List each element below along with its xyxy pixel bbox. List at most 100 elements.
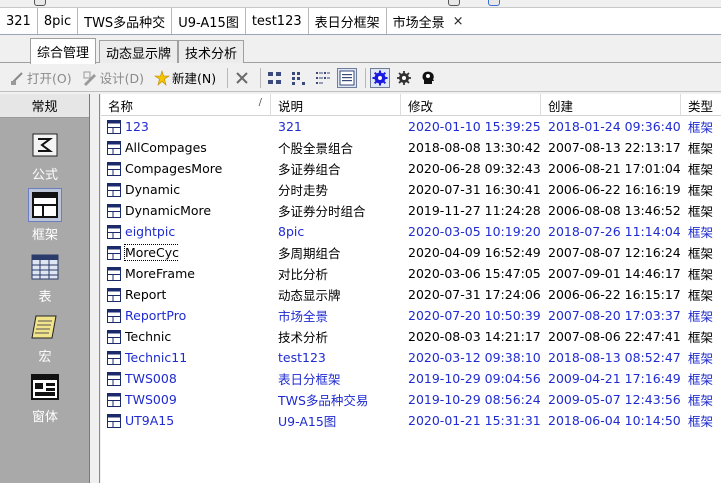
cell-modified: 2020-03-06 15:47:05 xyxy=(408,266,541,281)
large-icons-icon xyxy=(268,71,282,84)
cell-created: 2009-05-07 12:43:56 xyxy=(548,392,681,407)
frame-icon-box xyxy=(28,188,62,222)
frame-file-icon xyxy=(107,203,121,218)
table-row[interactable]: ReportPro 市场全景 2020-07-20 10:50:39 2007-08-… xyxy=(101,305,721,326)
cell-modified: 2020-03-12 09:38:10 xyxy=(408,350,541,365)
list-view-button[interactable] xyxy=(313,68,333,88)
doc-tab-label: U9-A15图 xyxy=(178,15,239,31)
cell-type: 框架 xyxy=(688,267,714,282)
table-row[interactable]: MoreCyc 多周期组合 2020-04-09 16:52:49 2007-08-0… xyxy=(101,242,721,263)
open-icon xyxy=(11,71,23,85)
cell-modified: 2019-10-29 09:04:56 xyxy=(408,371,541,386)
cell-created: 2007-08-20 17:03:37 xyxy=(548,308,681,323)
cell-name: DynamicMore xyxy=(107,200,211,221)
doc-tab-active[interactable]: 市场全景 × xyxy=(387,8,470,34)
row-name-text: MoreCyc xyxy=(124,244,179,261)
table-row[interactable]: Technic11 test123 2020-03-12 09:38:10 2018-… xyxy=(101,347,721,368)
row-name-text: AllCompages xyxy=(125,140,207,155)
gear-dark-button[interactable] xyxy=(394,68,414,88)
table-row[interactable]: MoreFrame 对比分析 2020-03-06 15:47:05 2007-09-… xyxy=(101,263,721,284)
design-button[interactable]: 设计(D) xyxy=(79,67,147,89)
doc-tab[interactable]: test123 xyxy=(246,8,309,34)
open-button[interactable]: 打开(O) xyxy=(6,67,75,89)
sidebar-item-frame[interactable]: 框架 xyxy=(0,188,90,243)
splitter-handle[interactable] xyxy=(91,94,100,483)
doc-tab[interactable]: 8pic xyxy=(38,8,79,34)
doc-tab[interactable]: 表日分框架 xyxy=(309,8,387,34)
delete-button[interactable] xyxy=(232,68,252,88)
table-row[interactable]: 123 321 2020-01-10 15:39:25 2018-01-24 09:3… xyxy=(101,116,721,137)
cell-type: 框架 xyxy=(688,162,714,177)
details-view-button[interactable] xyxy=(337,67,358,88)
top-toolbar-strip xyxy=(0,0,721,8)
row-name-text: ReportPro xyxy=(125,308,187,323)
table-row[interactable]: AllCompages 个股全景组合 2018-08-08 13:30:42 2007… xyxy=(101,137,721,158)
row-name-text: UT9A15 xyxy=(125,413,175,428)
frame-file-icon xyxy=(107,245,121,260)
doc-tab[interactable]: TWS多品种交 xyxy=(78,8,173,34)
table-row[interactable]: TWS008 表日分框架 2019-10-29 09:04:56 2009-04-21… xyxy=(101,368,721,389)
close-icon[interactable]: × xyxy=(453,14,464,29)
table-row[interactable]: TWS009 TWS多品种交易 2019-10-29 08:56:24 2009-05… xyxy=(101,389,721,410)
doc-tab-label: TWS多品种交 xyxy=(84,15,166,31)
table-row[interactable]: CompagesMore 多证券组合 2020-06-28 09:32:43 2006… xyxy=(101,158,721,179)
sidebar-item-table[interactable]: 表 xyxy=(0,250,90,305)
sidebar-header[interactable]: 常规 xyxy=(0,94,89,118)
head-button[interactable] xyxy=(418,68,438,88)
cell-modified: 2020-08-03 14:21:17 xyxy=(408,329,541,344)
sidebar-item-window[interactable]: 窗体 xyxy=(0,370,90,425)
doc-tab-label: test123 xyxy=(251,13,302,29)
sidebar-item-label: 表 xyxy=(38,290,52,305)
frame-file-icon xyxy=(107,182,121,197)
gear-blue-button[interactable] xyxy=(370,67,391,88)
table-row[interactable]: Report 动态显示牌 2020-07-31 17:24:06 2006-06-22… xyxy=(101,284,721,305)
large-icons-view-button[interactable] xyxy=(265,68,285,88)
cell-description: 多证券组合 xyxy=(278,162,341,177)
row-name-text: TWS008 xyxy=(125,371,177,386)
cell-description: 对比分析 xyxy=(278,267,329,282)
cell-created: 2006-06-22 16:16:19 xyxy=(548,182,681,197)
tab-general-management[interactable]: 综合管理 xyxy=(30,38,97,64)
table-row[interactable]: DynamicMore 多证券分时组合 2019-11-27 11:24:28 200… xyxy=(101,200,721,221)
frame-file-icon xyxy=(107,413,121,428)
cell-name: TWS009 xyxy=(107,389,177,410)
column-header-type[interactable]: 类型 xyxy=(681,94,721,116)
cell-description: 个股全景组合 xyxy=(278,141,354,156)
row-name-text: Technic11 xyxy=(125,350,188,365)
cell-modified: 2020-03-05 10:19:20 xyxy=(408,224,541,239)
tab-technical-analysis[interactable]: 技术分析 xyxy=(178,40,245,63)
column-header-label: 修改 xyxy=(408,98,434,114)
doc-tab-label: 8pic xyxy=(43,13,72,29)
cell-name: Technic11 xyxy=(107,347,187,368)
frame-file-icon xyxy=(107,392,121,407)
column-header-created[interactable]: 创建 xyxy=(541,94,681,116)
cell-type: 框架 xyxy=(688,120,714,135)
row-name-text: Report xyxy=(125,287,167,302)
frame-file-icon xyxy=(107,266,121,281)
cell-name: AllCompages xyxy=(107,137,207,158)
column-header-description[interactable]: 说明 xyxy=(271,94,401,116)
doc-tab[interactable]: U9-A15图 xyxy=(172,8,246,34)
tab-dynamic-board[interactable]: 动态显示牌 xyxy=(99,40,179,63)
table-row[interactable]: UT9A15 U9-A15图 2020-01-21 15:31:31 2018-06-… xyxy=(101,410,721,431)
small-icons-view-button[interactable] xyxy=(289,68,309,88)
new-button[interactable]: 新建(N) xyxy=(151,67,219,89)
column-header-name[interactable]: 名称 / xyxy=(101,94,271,116)
cell-name: eightpic xyxy=(107,221,175,242)
sidebar-item-formula[interactable]: 公式 xyxy=(0,128,90,183)
doc-tab[interactable]: 321 xyxy=(0,8,38,34)
cell-type: 框架 xyxy=(688,204,714,219)
doc-tab-label: 表日分框架 xyxy=(314,15,380,31)
cell-description: test123 xyxy=(278,350,326,365)
cell-type: 框架 xyxy=(688,330,714,345)
sidebar-item-label: 宏 xyxy=(38,350,52,365)
table-row[interactable]: eightpic 8pic 2020-03-05 10:19:20 2018-07-2… xyxy=(101,221,721,242)
cell-type: 框架 xyxy=(688,288,714,303)
column-header-modified[interactable]: 修改 xyxy=(401,94,541,116)
scroll-icon xyxy=(31,315,57,339)
table-row[interactable]: Technic 技术分析 2020-08-03 14:21:17 2007-08-06… xyxy=(101,326,721,347)
cell-created: 2007-09-01 14:46:17 xyxy=(548,266,681,281)
column-header-label: 说明 xyxy=(278,98,304,114)
table-row[interactable]: Dynamic 分时走势 2020-07-31 16:30:41 2006-06-22… xyxy=(101,179,721,200)
sidebar-item-macro[interactable]: 宏 xyxy=(0,310,90,365)
